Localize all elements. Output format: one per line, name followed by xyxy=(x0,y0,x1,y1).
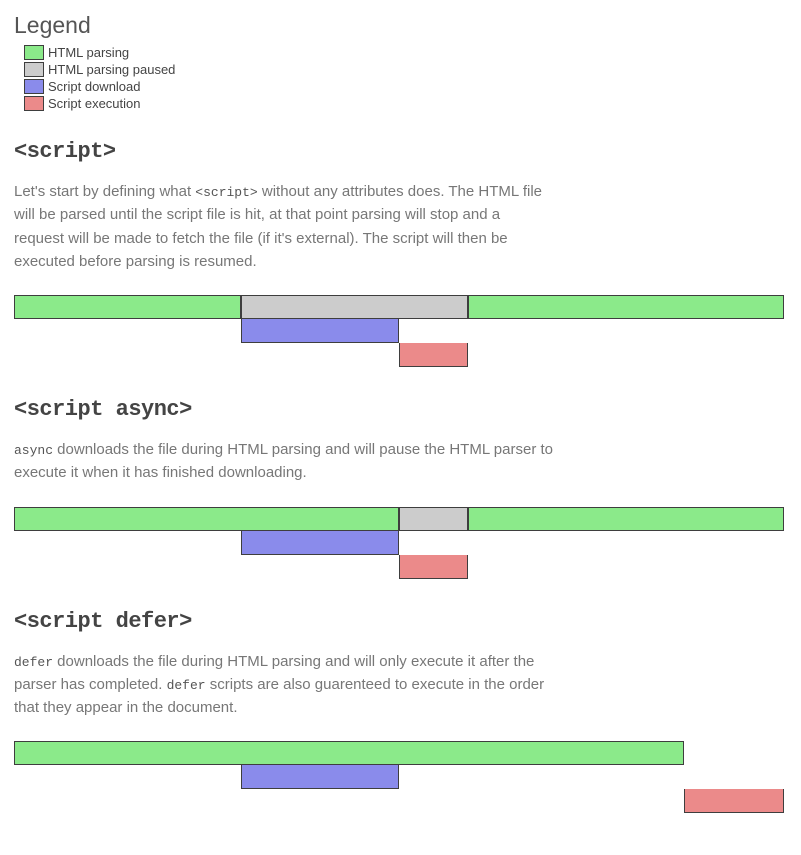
legend-swatch xyxy=(24,45,44,60)
timeline-bar-grey xyxy=(241,295,468,319)
timeline-bar-green xyxy=(14,295,241,319)
legend-items: HTML parsing HTML parsing paused Script do… xyxy=(14,45,787,111)
section-title: <script> xyxy=(14,139,787,164)
legend-item: HTML parsing paused xyxy=(14,62,787,77)
timeline-bar-blue xyxy=(241,531,399,555)
timeline-bar-red xyxy=(399,555,468,579)
timeline-bar-red xyxy=(684,789,784,813)
timeline-row xyxy=(14,741,784,765)
desc-text: downloads the file during HTML parsing a… xyxy=(14,441,553,481)
timeline-bar-blue xyxy=(241,319,399,343)
legend-swatch xyxy=(24,79,44,94)
timeline-row xyxy=(14,555,784,579)
timeline-bar-red xyxy=(399,343,468,367)
section: <script>Let's start by defining what <sc… xyxy=(14,139,787,367)
legend-label: Script download xyxy=(48,79,141,94)
timeline-bar-green xyxy=(14,741,684,765)
legend-swatch xyxy=(24,96,44,111)
section: <script async> async downloads the file d… xyxy=(14,397,787,579)
timeline-chart xyxy=(14,507,784,579)
section-title: <script defer> xyxy=(14,609,787,634)
legend-swatch xyxy=(24,62,44,77)
timeline-row xyxy=(14,343,784,367)
legend: Legend HTML parsing HTML parsing paused Sc… xyxy=(14,12,787,111)
code-literal: <script> xyxy=(195,185,257,200)
legend-item: Script download xyxy=(14,79,787,94)
timeline-row xyxy=(14,531,784,555)
timeline-chart xyxy=(14,295,784,367)
legend-item: Script execution xyxy=(14,96,787,111)
section-title: <script async> xyxy=(14,397,787,422)
timeline-bar-green xyxy=(468,295,784,319)
code-literal: defer xyxy=(167,678,206,693)
sections: <script>Let's start by defining what <sc… xyxy=(14,139,787,813)
legend-label: Script execution xyxy=(48,96,141,111)
code-literal: defer xyxy=(14,655,53,670)
legend-item: HTML parsing xyxy=(14,45,787,60)
legend-title: Legend xyxy=(14,12,787,39)
timeline-row xyxy=(14,789,784,813)
desc-text: Let's start by defining what xyxy=(14,183,195,200)
section: <script defer> defer downloads the file d… xyxy=(14,609,787,814)
timeline-row xyxy=(14,319,784,343)
timeline-row xyxy=(14,507,784,531)
timeline-bar-blue xyxy=(241,765,399,789)
section-description: defer downloads the file during HTML par… xyxy=(14,650,554,720)
code-literal: async xyxy=(14,443,53,458)
timeline-bar-green xyxy=(14,507,399,531)
timeline-bar-green xyxy=(468,507,784,531)
timeline-chart xyxy=(14,741,784,813)
section-description: async downloads the file during HTML par… xyxy=(14,438,554,485)
timeline-bar-grey xyxy=(399,507,468,531)
legend-label: HTML parsing paused xyxy=(48,62,175,77)
legend-label: HTML parsing xyxy=(48,45,129,60)
timeline-row xyxy=(14,295,784,319)
section-description: Let's start by defining what <script> wi… xyxy=(14,180,554,273)
timeline-row xyxy=(14,765,784,789)
